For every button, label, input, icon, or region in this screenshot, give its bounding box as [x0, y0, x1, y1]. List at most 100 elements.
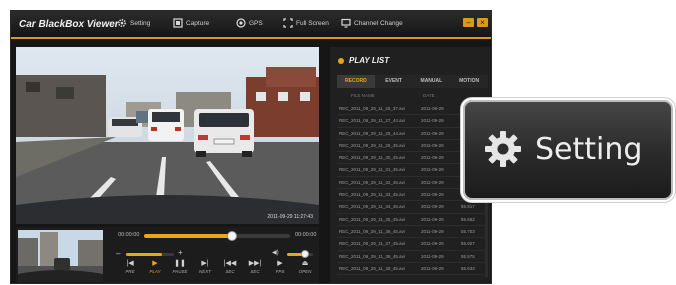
close-button[interactable]: ×	[477, 18, 488, 27]
control-fps-button[interactable]: ▶ FPS	[269, 259, 291, 274]
gear-icon	[485, 131, 521, 167]
row-date: 2011-09-29	[421, 241, 444, 247]
control-label: SEC	[250, 269, 260, 274]
row-date: 2011-09-29	[421, 118, 444, 124]
control-icon: ▶|	[201, 260, 209, 267]
app-title: Car BlackBox Viewer	[19, 19, 119, 30]
seek-bar[interactable]	[144, 231, 290, 241]
capture-button[interactable]: Capture	[173, 18, 209, 28]
control-pause-button[interactable]: ❚❚ PAUSE	[169, 259, 191, 274]
playlist-title: PLAY LIST	[349, 56, 390, 65]
playlist-tabs: RECORD EVENT MANUAL MOTION	[337, 75, 488, 88]
volume-down-icon[interactable]: –	[116, 249, 120, 258]
player-controls: 00:00:00 00:00:00 – + ◀) |◀ PRE ▶ PLAY ❚❚ PAU…	[16, 227, 319, 283]
row-name: REC_2011_09_29_11_36_45.avi	[339, 228, 405, 234]
control-sec-button[interactable]: |◀◀ SEC	[219, 259, 241, 274]
viewer-window: Car BlackBox Viewer Setting Capture GPS	[10, 10, 492, 284]
column-date: DATE	[423, 93, 435, 98]
row-size: 55.703	[461, 228, 475, 234]
playlist-row[interactable]: REC_2011_09_29_11_35_45.avi 2011-09-29 55.…	[337, 214, 488, 226]
row-date: 2011-09-29	[421, 130, 444, 136]
control-icon: ▶	[152, 260, 158, 267]
row-size: 55.927	[461, 241, 475, 247]
row-date: 2011-09-29	[421, 216, 444, 222]
tab-motion[interactable]: MOTION	[450, 75, 488, 88]
control-label: SEC	[225, 269, 235, 274]
channel-change-button[interactable]: Channel Change	[341, 18, 403, 28]
control-icon: ⏏	[301, 260, 309, 267]
control-open-button[interactable]: ⏏ OPEN	[294, 259, 316, 274]
fullscreen-button[interactable]: Full Screen	[283, 18, 329, 28]
gps-button[interactable]: GPS	[236, 18, 263, 28]
row-size: 55.652	[461, 216, 475, 222]
volume-up-icon[interactable]: +	[178, 248, 183, 257]
control-icon: |◀◀	[223, 260, 237, 267]
control-icon: ❚❚	[174, 260, 186, 267]
playlist-row[interactable]: REC_2011_09_29_11_39_45.avi 2011-09-29 55.…	[337, 263, 488, 276]
minimize-button[interactable]: –	[463, 18, 474, 27]
row-date: 2011-09-29	[421, 167, 444, 173]
playlist-row[interactable]: REC_2011_09_29_11_38_45.avi 2011-09-29 55.…	[337, 251, 488, 263]
camera-icon	[173, 18, 183, 28]
row-date: 2011-09-29	[421, 204, 444, 210]
control-icon: |◀	[126, 260, 134, 267]
setting-button[interactable]: Setting	[117, 18, 150, 28]
tab-event[interactable]: EVENT	[375, 75, 413, 88]
control-play-button[interactable]: ▶ PLAY	[144, 259, 166, 274]
row-name: REC_2011_09_29_11_37_45.avi	[339, 241, 405, 247]
gear-icon	[117, 18, 127, 28]
playlist-bullet-icon	[338, 57, 344, 64]
balance-handle[interactable]	[301, 250, 309, 258]
balance-slider[interactable]	[287, 250, 313, 258]
setting-label: Setting	[130, 19, 151, 27]
row-name: REC_2011_09_29_11_29_45.avi	[339, 142, 405, 148]
row-date: 2011-09-29	[421, 155, 444, 161]
row-size: 55.633	[461, 265, 475, 271]
channel-change-label: Channel Change	[354, 19, 403, 27]
rear-camera-thumbnail[interactable]	[18, 230, 103, 282]
control-label: FPS	[275, 269, 285, 274]
control-label: NEXT	[198, 269, 211, 274]
volume-slider[interactable]	[126, 253, 174, 256]
row-date: 2011-09-29	[421, 253, 444, 259]
row-name: REC_2011_09_29_11_35_45.avi	[339, 216, 405, 222]
row-size: 55.917	[461, 204, 475, 210]
seek-handle[interactable]	[226, 231, 237, 241]
control-pre-button[interactable]: |◀ PRE	[119, 259, 141, 274]
row-name: REC_2011_09_29_11_32_45.avi	[339, 179, 405, 185]
fullscreen-icon	[283, 18, 293, 28]
minimize-icon: –	[466, 18, 471, 27]
playlist-header: PLAY LIST	[338, 56, 389, 65]
row-name: REC_2011_09_29_11_38_45.avi	[339, 253, 405, 259]
video-view[interactable]: 2011-09-29 11:27:43	[16, 47, 319, 224]
gps-label: GPS	[249, 19, 263, 27]
tab-record[interactable]: RECORD	[337, 75, 375, 88]
capture-label: Capture	[186, 19, 210, 27]
playlist-column-header: FILE NAME DATE	[337, 91, 488, 101]
control-icon: ▶	[277, 260, 283, 267]
playlist-row[interactable]: REC_2011_09_29_11_34_45.avi 2011-09-29 55.…	[337, 201, 488, 214]
setting-callout: Setting	[463, 100, 673, 200]
control-sec-button[interactable]: ▶▶| SEC	[244, 259, 266, 274]
monitor-icon	[341, 18, 351, 28]
row-name: REC_2011_09_29_11_28_44.avi	[339, 130, 405, 136]
column-file-name: FILE NAME	[351, 93, 375, 98]
title-bar: Car BlackBox Viewer Setting Capture GPS	[11, 11, 491, 39]
gps-icon	[236, 18, 246, 28]
rear-camera-frame	[18, 230, 103, 282]
row-name: REC_2011_09_29_11_26_37.avi	[339, 106, 405, 111]
close-icon: ×	[480, 18, 485, 27]
control-next-button[interactable]: ▶| NEXT	[194, 259, 216, 274]
row-date: 2011-09-29	[421, 192, 444, 198]
row-name: REC_2011_09_29_11_34_45.avi	[339, 204, 405, 210]
volume-level	[126, 253, 162, 256]
row-date: 2011-09-29	[421, 179, 444, 185]
playlist-row[interactable]: REC_2011_09_29_11_36_45.avi 2011-09-29 55.…	[337, 226, 488, 239]
control-icon: ▶▶|	[248, 260, 262, 267]
row-date: 2011-09-29	[421, 106, 444, 111]
speaker-icon[interactable]: ◀)	[272, 249, 279, 256]
tab-manual[interactable]: MANUAL	[413, 75, 451, 88]
row-date: 2011-09-29	[421, 142, 444, 148]
playlist-row[interactable]: REC_2011_09_29_11_37_45.avi 2011-09-29 55.…	[337, 238, 488, 251]
control-label: PLAY	[149, 269, 161, 274]
